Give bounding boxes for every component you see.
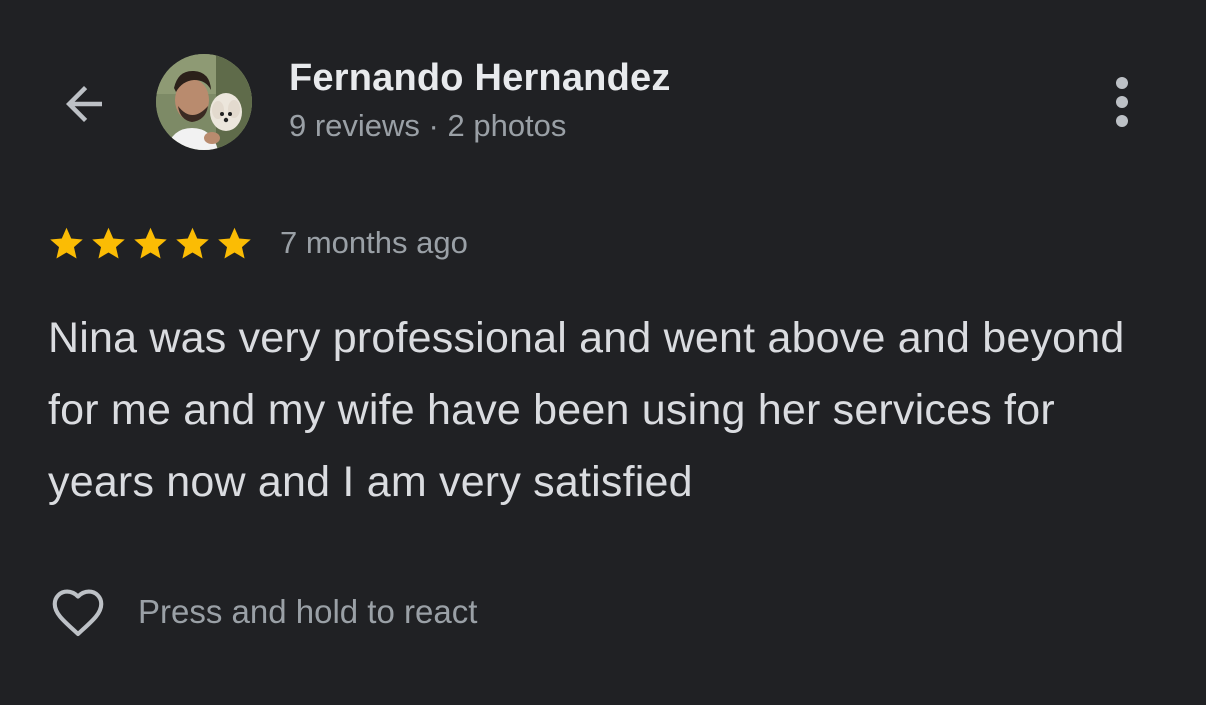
star-icon (215, 224, 254, 263)
more-vertical-icon-dot (1116, 115, 1128, 127)
heart-outline-icon (52, 589, 104, 637)
review-time: 7 months ago (280, 225, 468, 260)
react-row: Press and hold to react (46, 580, 477, 644)
reviewer-name[interactable]: Fernando Hernandez (289, 57, 671, 100)
avatar[interactable] (156, 54, 252, 150)
more-options-button[interactable] (1100, 72, 1144, 132)
more-vertical-icon-dot (1116, 77, 1128, 89)
react-label: Press and hold to react (138, 593, 478, 630)
rating-row: 7 months ago (47, 222, 468, 264)
star-icon (131, 224, 170, 263)
star-rating (47, 224, 254, 263)
more-vertical-icon-dot (1116, 96, 1128, 108)
review-text: Nina was very professional and went abov… (48, 314, 1125, 506)
back-button[interactable] (50, 70, 118, 138)
react-button[interactable] (46, 580, 110, 644)
reviewer-meta: 9 reviews · 2 photos (289, 108, 567, 143)
avatar-photo (156, 54, 252, 150)
review-page: Fernando Hernandez 9 reviews · 2 photos … (0, 0, 1206, 705)
star-icon (47, 224, 86, 263)
arrow-left-icon (66, 86, 102, 122)
star-icon (173, 224, 212, 263)
star-icon (89, 224, 128, 263)
